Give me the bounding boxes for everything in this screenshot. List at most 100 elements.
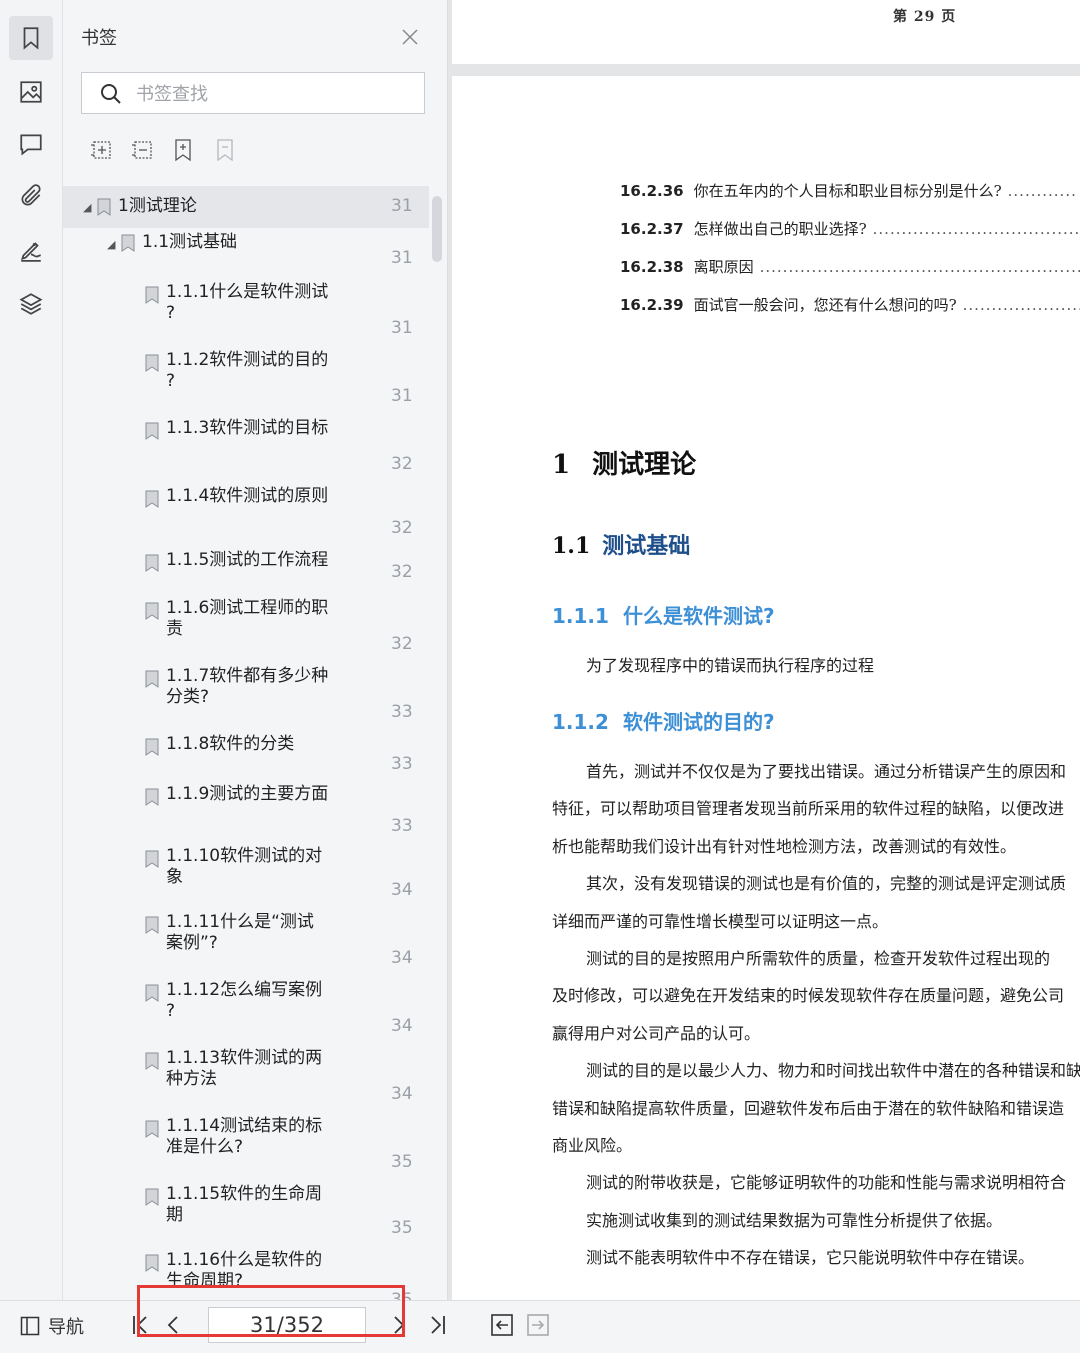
bookmark-label: 1.1.1什么是软件测试 ? (166, 282, 329, 323)
bookmark-item[interactable]: 1.1.2软件测试的目的 ? 31 (63, 350, 429, 418)
bookmark-icon (145, 354, 159, 372)
paragraph-line: 商业风险。 (552, 1136, 633, 1155)
last-page-button[interactable] (422, 1311, 450, 1339)
bookmark-item[interactable]: 1.1.10软件测试的对 象 34 (63, 846, 429, 912)
bookmark-search-input[interactable] (134, 79, 418, 109)
bookmark-search-box (81, 72, 425, 114)
toc-entry[interactable]: 16.2.39 面试官一般会问，您还有什么想问的吗?...............… (620, 294, 1080, 315)
bookmark-page-number: 35 (391, 1218, 413, 1238)
add-bookmark-button[interactable] (171, 138, 195, 162)
bookmark-icon (145, 1120, 159, 1138)
left-tool-rail (0, 0, 63, 1300)
search-icon (101, 84, 121, 104)
delete-bookmark-button[interactable] (213, 138, 237, 162)
paragraph-line: 首先，测试并不仅仅是为了要找出错误。通过分析错误产生的原因和 (586, 762, 1067, 781)
bookmark-icon (145, 554, 159, 572)
bookmark-item[interactable]: 1.1.1什么是软件测试 ? 31 (63, 282, 429, 350)
bookmark-label: 1.1.5测试的工作流程 (166, 550, 329, 570)
bookmark-label: 1.1.3软件测试的目标 (166, 418, 329, 438)
bookmark-label: 1.1.14测试结束的标 准是什么? (166, 1116, 323, 1157)
bookmark-item[interactable]: 1.1.8软件的分类 33 (63, 734, 429, 784)
page-number-header: 第 29 页 (893, 9, 957, 25)
bookmark-label: 1.1.4软件测试的原则 (166, 486, 329, 506)
bookmark-page-number: 32 (391, 454, 413, 474)
panel-title: 书签 (81, 28, 117, 49)
bookmark-item[interactable]: 1.1.9测试的主要方面 33 (63, 784, 429, 846)
bookmark-item[interactable]: 1.1.14测试结束的标 准是什么? 35 (63, 1116, 429, 1184)
bookmark-label: 1.1.8软件的分类 (166, 734, 295, 754)
toc-entry[interactable]: 16.2.37 怎样做出自己的职业选择?.....................… (620, 218, 1080, 239)
bookmark-label: 1.1.15软件的生命周 期 (166, 1184, 323, 1225)
bookmark-label: 1.1.10软件测试的对 象 (166, 846, 323, 887)
chapter-heading: 1 测试理论 (552, 450, 697, 480)
paragraph-line: 赢得用户对公司产品的认可。 (552, 1023, 761, 1043)
expand-all-button[interactable] (90, 138, 114, 162)
bookmark-page-number: 33 (391, 816, 413, 836)
bookmark-scrollbar-thumb[interactable] (432, 196, 442, 262)
bookmark-icon (145, 1188, 159, 1206)
navigation-label: 导航 (48, 1317, 84, 1338)
forward-view-button[interactable] (524, 1311, 552, 1339)
paragraph-line: 测试的目的是以最少人力、物力和时间找出软件中潜在的各种错误和缺 (586, 1061, 1080, 1081)
bookmark-label: 1.1.13软件测试的两 种方法 (166, 1048, 323, 1089)
collapse-all-button[interactable] (131, 138, 155, 162)
bookmark-item[interactable]: 1.1.11什么是“测试 案例”? 34 (63, 912, 429, 980)
bookmark-page-number: 32 (391, 562, 413, 582)
back-view-button[interactable] (488, 1311, 516, 1339)
collapse-triangle-icon[interactable]: ◢ (83, 201, 91, 214)
forward-view-icon (527, 1314, 549, 1336)
bookmark-page-number: 34 (391, 948, 413, 968)
bookmark-page-number: 35 (391, 1152, 413, 1172)
back-view-icon (491, 1314, 513, 1336)
paragraph-line: 测试不能表明软件中不存在错误，它只能说明软件中存在错误。 (586, 1248, 1035, 1268)
bookmark-item[interactable]: 1.1.15软件的生命周 期 35 (63, 1184, 429, 1250)
comment-panel-button[interactable] (9, 122, 53, 166)
bookmark-icon (97, 198, 111, 216)
bookmark-item[interactable]: 1.1.3软件测试的目标 32 (63, 418, 429, 486)
collapse-triangle-icon[interactable]: ◢ (107, 238, 115, 251)
bookmark-icon (145, 916, 159, 934)
bookmark-label: 1.1.6测试工程师的职 责 (166, 598, 329, 639)
bookmark-item[interactable]: 1.1.12怎么编写案例 ? 34 (63, 980, 429, 1048)
close-panel-button[interactable] (399, 26, 421, 48)
bookmark-item[interactable]: 1.1.7软件都有多少种 分类? 33 (63, 666, 429, 734)
subsection-heading-2: 1.1.2 软件测试的目的? (552, 710, 775, 734)
navigation-toggle-button[interactable]: 导航 (20, 1311, 84, 1341)
toc-entry[interactable]: 16.2.38 离职原因.............................… (620, 256, 1080, 277)
bookmark-page-number: 33 (391, 702, 413, 722)
bookmark-icon (145, 984, 159, 1002)
toc-entry[interactable]: 16.2.36 你在五年内的个人目标和职业目标分别是什么?............ (620, 180, 1077, 201)
bookmark-icon (23, 27, 39, 50)
bookmark-item[interactable]: 1.1.6测试工程师的职 责 32 (63, 598, 429, 666)
bookmark-page-number: 32 (391, 518, 413, 538)
bookmark-item[interactable]: ◢ 1测试理论 31 (63, 186, 429, 228)
layers-panel-button[interactable] (9, 282, 53, 326)
attachment-panel-button[interactable] (9, 174, 53, 218)
expand-all-icon (91, 141, 111, 159)
bookmark-page-number: 31 (391, 386, 413, 406)
bookmark-icon (145, 670, 159, 688)
paragraph-line: 详细而严谨的可靠性增长模型可以证明这一点。 (552, 911, 889, 931)
bookmark-item[interactable]: ◢ 1.1测试基础 31 (63, 228, 429, 282)
bookmark-panel: 书签 ◢1测试理论31◢1.1测试基础311.1.1什么是软件测试 ?311.1… (63, 0, 448, 1300)
document-page: 16.2.36 你在五年内的个人目标和职业目标分别是什么?............… (452, 76, 1080, 1300)
page-controls-highlight-box (137, 1285, 405, 1337)
bookmark-page-number: 31 (391, 318, 413, 338)
bookmark-item[interactable]: 1.1.13软件测试的两 种方法 34 (63, 1048, 429, 1116)
bookmark-icon (145, 788, 159, 806)
signature-panel-button[interactable] (9, 228, 53, 272)
signature-icon (20, 242, 41, 262)
bookmark-icon (145, 422, 159, 440)
bookmark-page-number: 32 (391, 634, 413, 654)
bookmark-item[interactable]: 1.1.5测试的工作流程 32 (63, 550, 429, 598)
bookmark-page-number: 34 (391, 880, 413, 900)
bookmark-icon (145, 490, 159, 508)
bookmark-item[interactable]: 1.1.4软件测试的原则 32 (63, 486, 429, 550)
bookmark-label: 1测试理论 (118, 196, 197, 216)
thumbnail-panel-button[interactable] (9, 70, 53, 114)
bookmark-panel-button[interactable] (9, 16, 53, 60)
close-icon (402, 29, 418, 45)
bookmark-icon (145, 286, 159, 304)
paragraph-line: 析也能帮助我们设计出有针对性地检测方法，改善测试的有效性。 (552, 836, 1017, 856)
bookmark-label: 1.1.12怎么编写案例 ? (166, 980, 323, 1021)
